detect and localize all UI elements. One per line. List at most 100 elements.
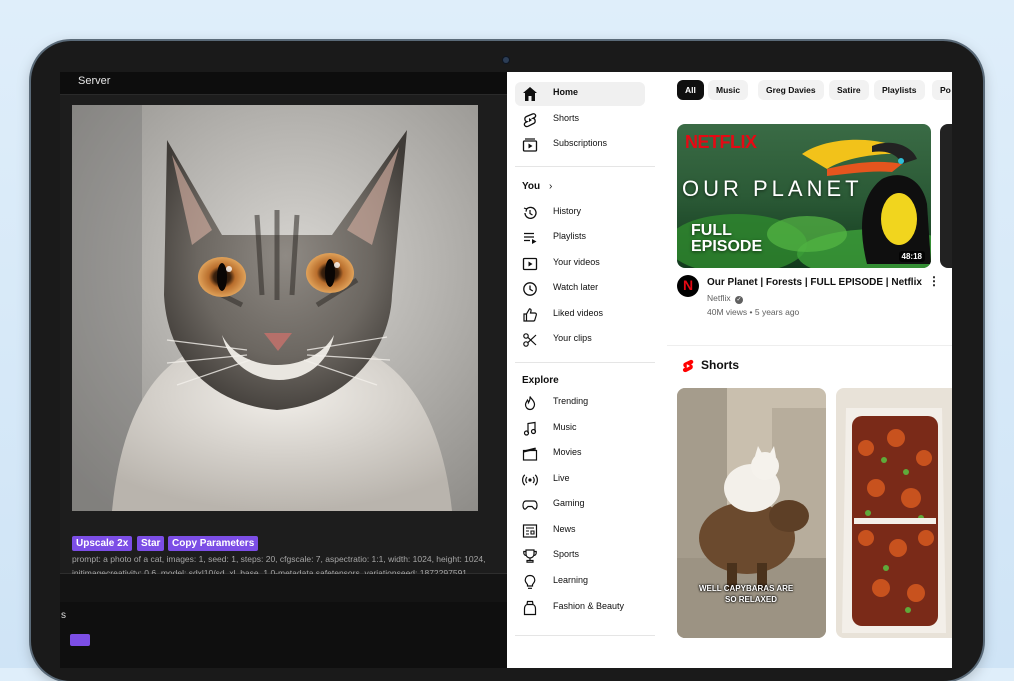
chip-playlists[interactable]: Playlists bbox=[874, 80, 925, 100]
server-tab[interactable]: Server bbox=[78, 75, 110, 87]
sidebar-item-sports[interactable]: Sports bbox=[515, 544, 645, 568]
section-divider bbox=[667, 345, 952, 346]
avatar-letter: N bbox=[683, 277, 694, 293]
short-card-capybara[interactable]: WELL CAPYBARAS ARE SO RELAXED bbox=[677, 388, 826, 638]
sidebar-item-label: Your clips bbox=[553, 333, 592, 343]
sidebar-item-your-clips[interactable]: Your clips bbox=[515, 328, 645, 352]
video-meta: 40M views • 5 years ago bbox=[707, 307, 800, 317]
front-camera bbox=[503, 57, 509, 63]
shorts-section-title: Shorts bbox=[701, 358, 740, 372]
chevron-right-icon: › bbox=[548, 181, 553, 192]
watch-later-icon bbox=[523, 282, 537, 296]
playlists-icon bbox=[524, 232, 537, 244]
image-generator-pane: Server Upscale 2x Star Copy Parameters p… bbox=[60, 72, 507, 668]
learning-icon bbox=[524, 574, 536, 589]
sidebar-item-learning[interactable]: Learning bbox=[515, 570, 645, 594]
sidebar-item-your-videos[interactable]: Your videos bbox=[515, 252, 645, 276]
you-section-header[interactable]: You › bbox=[522, 181, 552, 192]
sidebar-item-label: Playlists bbox=[553, 231, 587, 241]
gaming-icon bbox=[522, 500, 538, 510]
sidebar-item-label: Music bbox=[553, 422, 577, 432]
sports-icon bbox=[523, 549, 537, 563]
sidebar-item-label: History bbox=[553, 206, 582, 216]
history-icon bbox=[523, 206, 537, 219]
news-icon bbox=[522, 524, 538, 538]
chip-music[interactable]: Music bbox=[708, 80, 749, 100]
video-title[interactable]: Our Planet | Forests | FULL EPISODE | Ne… bbox=[707, 277, 922, 288]
sidebar-item-gaming[interactable]: Gaming bbox=[515, 493, 645, 517]
sidebar-item-fashion-beauty[interactable]: Fashion & Beauty bbox=[515, 596, 645, 620]
netflix-logo-text: NETFLIX bbox=[685, 132, 757, 152]
sidebar-item-watch-later[interactable]: Watch later bbox=[515, 277, 645, 301]
sidebar-item-label: Shorts bbox=[553, 113, 580, 123]
thumbnail-title: OUR PLANET bbox=[682, 176, 863, 201]
upscale-button[interactable]: Upscale 2x bbox=[72, 536, 133, 551]
youtube-main-content: All Music Greg Davies Satire Playlists P… bbox=[667, 72, 952, 668]
sidebar-item-movies[interactable]: Movies bbox=[515, 442, 645, 466]
channel-name[interactable]: Netflix bbox=[707, 293, 731, 303]
youtube-pane: Home Shorts Subscriptions You › History bbox=[507, 72, 952, 668]
music-icon bbox=[523, 421, 537, 436]
thumbnail-badge-line2: EPISODE bbox=[691, 238, 763, 255]
chip-all[interactable]: All bbox=[677, 80, 704, 100]
tablet-screen: Server Upscale 2x Star Copy Parameters p… bbox=[60, 72, 952, 668]
your-videos-icon bbox=[522, 257, 538, 271]
sidebar-divider bbox=[515, 635, 655, 636]
bottom-chip[interactable] bbox=[70, 634, 90, 646]
sidebar-item-label: Sports bbox=[553, 549, 580, 559]
movies-icon bbox=[522, 447, 538, 461]
sidebar-divider bbox=[515, 166, 655, 167]
short-caption-line2: SO RELAXED bbox=[725, 595, 778, 604]
bottom-panel bbox=[60, 602, 507, 668]
sidebar-item-shorts[interactable]: Shorts bbox=[515, 108, 645, 132]
shorts-icon bbox=[523, 113, 537, 128]
sidebar-item-label: Liked videos bbox=[553, 308, 604, 318]
sidebar-item-label: Learning bbox=[553, 575, 589, 585]
sidebar-item-news[interactable]: News bbox=[515, 519, 645, 543]
sidebar-item-playlists[interactable]: Playlists bbox=[515, 226, 645, 250]
sidebar-item-liked-videos[interactable]: Liked videos bbox=[515, 303, 645, 327]
video-duration: 48:18 bbox=[898, 251, 925, 262]
generated-cat-image[interactable] bbox=[72, 105, 478, 511]
short-card-food[interactable] bbox=[836, 388, 952, 638]
explore-section-title: Explore bbox=[522, 375, 559, 386]
server-tab-bar: Server bbox=[60, 72, 507, 95]
home-icon bbox=[523, 87, 537, 101]
sidebar-item-trending[interactable]: Trending bbox=[515, 391, 645, 415]
channel-avatar[interactable]: N bbox=[677, 275, 699, 297]
you-section-title: You bbox=[522, 181, 541, 192]
more-options-icon[interactable]: ⋮ bbox=[928, 275, 940, 287]
sidebar-divider bbox=[515, 362, 655, 363]
sidebar-item-label: Home bbox=[553, 87, 579, 97]
shorts-logo-icon bbox=[682, 359, 694, 373]
lower-panel bbox=[60, 574, 507, 602]
sidebar-item-label: Fashion & Beauty bbox=[553, 601, 625, 611]
sidebar-item-label: Watch later bbox=[553, 282, 599, 292]
sidebar-item-music[interactable]: Music bbox=[515, 417, 645, 441]
youtube-sidebar: Home Shorts Subscriptions You › History bbox=[507, 72, 662, 668]
chip-po[interactable]: Po bbox=[932, 80, 952, 100]
chip-satire[interactable]: Satire bbox=[829, 80, 869, 100]
chip-greg-davies[interactable]: Greg Davies bbox=[758, 80, 824, 100]
sidebar-item-label: Live bbox=[553, 473, 570, 483]
fashion-icon bbox=[523, 600, 537, 616]
sidebar-item-label: Trending bbox=[553, 396, 589, 406]
parameters-line-1: prompt: a photo of a cat, images: 1, see… bbox=[72, 554, 486, 564]
liked-videos-icon bbox=[523, 308, 537, 322]
video-thumbnail[interactable]: NETFLIX OUR PLANET FULL EPISODE 48:18 bbox=[677, 124, 931, 268]
channel-name-row: Netflix ✓ bbox=[707, 293, 743, 304]
short-caption-line1: WELL CAPYBARAS ARE bbox=[699, 584, 794, 593]
sidebar-item-label: Subscriptions bbox=[553, 138, 608, 148]
copy-parameters-button[interactable]: Copy Parameters bbox=[168, 536, 259, 551]
sidebar-item-label: Your videos bbox=[553, 257, 600, 267]
sidebar-item-history[interactable]: History bbox=[515, 201, 645, 225]
star-button[interactable]: Star bbox=[137, 536, 165, 551]
short-thumbnail-food bbox=[836, 388, 952, 638]
sidebar-item-home[interactable]: Home bbox=[515, 82, 645, 106]
next-video-thumbnail[interactable] bbox=[940, 124, 952, 268]
generated-image-panel: Upscale 2x Star Copy Parameters prompt: … bbox=[60, 95, 507, 578]
subscriptions-icon bbox=[522, 138, 538, 152]
verified-icon: ✓ bbox=[735, 296, 743, 304]
sidebar-item-live[interactable]: Live bbox=[515, 468, 645, 492]
sidebar-item-subscriptions[interactable]: Subscriptions bbox=[515, 133, 645, 157]
